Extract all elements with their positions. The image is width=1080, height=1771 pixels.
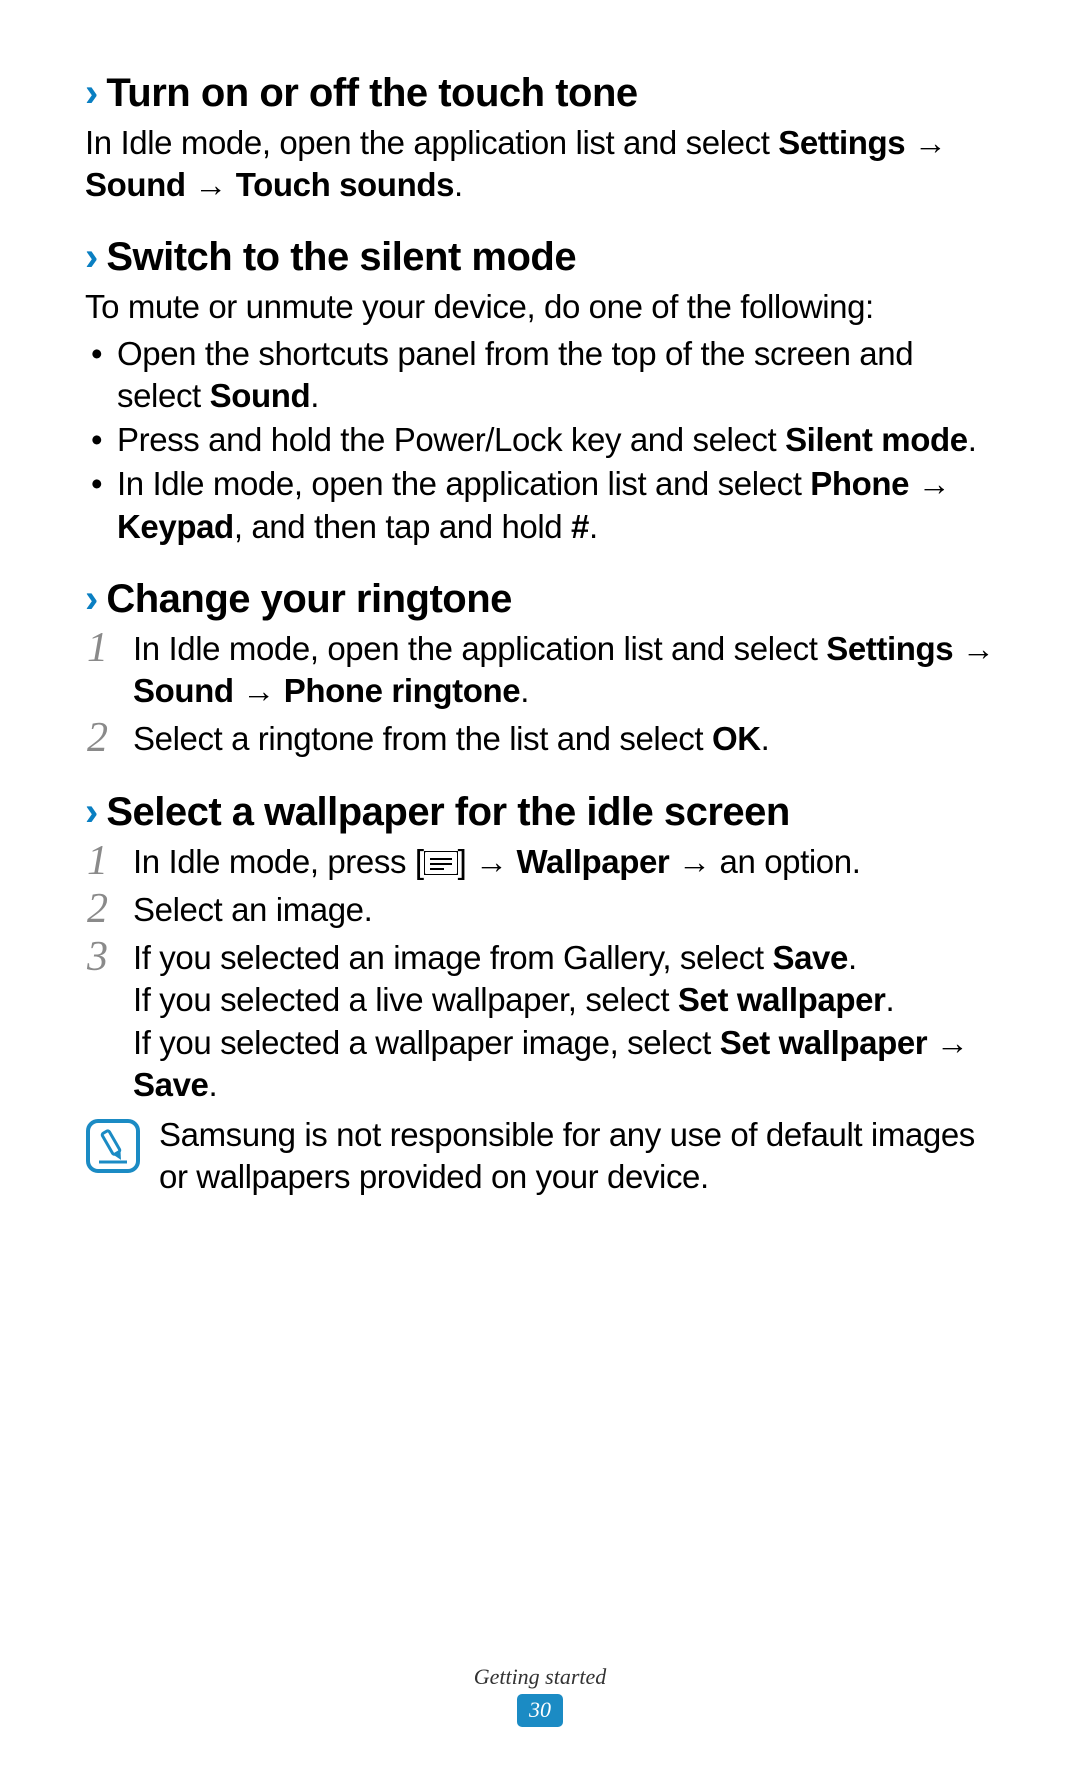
heading: › Change your ringtone bbox=[85, 576, 1000, 622]
list-item: Open the shortcuts panel from the top of… bbox=[85, 333, 1000, 417]
heading-text: Select a wallpaper for the idle screen bbox=[106, 789, 790, 835]
bold-keypad: Keypad bbox=[117, 508, 234, 545]
numbered-list: In Idle mode, press [ ] → Wallpaper → an… bbox=[85, 841, 1000, 1106]
text: In Idle mode, open the application list … bbox=[133, 630, 826, 667]
list-item: In Idle mode, open the application list … bbox=[85, 628, 1000, 712]
text: . bbox=[885, 981, 894, 1018]
bold-save: Save bbox=[772, 939, 847, 976]
paragraph: In Idle mode, open the application list … bbox=[85, 122, 1000, 206]
text: → an option. bbox=[669, 843, 860, 880]
arrow-icon: → bbox=[909, 465, 950, 502]
bold-sound: Sound bbox=[210, 377, 311, 414]
text: ] → bbox=[458, 843, 517, 880]
bold-phone-ringtone: Phone ringtone bbox=[284, 672, 520, 709]
section-silent-mode: › Switch to the silent mode To mute or u… bbox=[85, 234, 1000, 547]
section-wallpaper: › Select a wallpaper for the idle screen… bbox=[85, 789, 1000, 1199]
bold-ok: OK bbox=[712, 720, 761, 757]
text: In Idle mode, open the application list … bbox=[117, 465, 810, 502]
arrow-icon: → bbox=[234, 672, 284, 709]
text: . bbox=[761, 720, 770, 757]
heading-text: Turn on or off the touch tone bbox=[106, 70, 637, 116]
bullet-list: Open the shortcuts panel from the top of… bbox=[85, 333, 1000, 548]
note: Samsung is not responsible for any use o… bbox=[85, 1114, 1000, 1198]
bold-settings: Settings bbox=[778, 124, 905, 161]
chevron-icon: › bbox=[85, 792, 98, 832]
note-text: Samsung is not responsible for any use o… bbox=[159, 1114, 1000, 1198]
text: In Idle mode, press [ bbox=[133, 843, 424, 880]
numbered-list: In Idle mode, open the application list … bbox=[85, 628, 1000, 761]
heading: › Switch to the silent mode bbox=[85, 234, 1000, 280]
text: If you selected a live wallpaper, select bbox=[133, 981, 678, 1018]
heading-text: Switch to the silent mode bbox=[106, 234, 576, 280]
menu-icon bbox=[424, 851, 458, 875]
list-item: In Idle mode, open the application list … bbox=[85, 463, 1000, 547]
bold-sound: Sound bbox=[85, 166, 186, 203]
text: . bbox=[589, 508, 598, 545]
bold-touch-sounds: Touch sounds bbox=[236, 166, 454, 203]
text: . bbox=[520, 672, 529, 709]
bold-silent-mode: Silent mode bbox=[785, 421, 968, 458]
text: . bbox=[848, 939, 857, 976]
heading: › Select a wallpaper for the idle screen bbox=[85, 789, 1000, 835]
page: › Turn on or off the touch tone In Idle … bbox=[0, 0, 1080, 1771]
text: Press and hold the Power/Lock key and se… bbox=[117, 421, 785, 458]
heading: › Turn on or off the touch tone bbox=[85, 70, 1000, 116]
text: If you selected an image from Gallery, s… bbox=[133, 939, 772, 976]
bold-settings: Settings bbox=[826, 630, 953, 667]
chevron-icon: › bbox=[85, 579, 98, 619]
list-item: In Idle mode, press [ ] → Wallpaper → an… bbox=[85, 841, 1000, 883]
list-item: Press and hold the Power/Lock key and se… bbox=[85, 419, 1000, 461]
text: . bbox=[454, 166, 463, 203]
section-touch-tone: › Turn on or off the touch tone In Idle … bbox=[85, 70, 1000, 206]
arrow-icon: → bbox=[927, 1024, 968, 1061]
page-number: 30 bbox=[517, 1694, 563, 1727]
footer: Getting started 30 bbox=[0, 1664, 1080, 1727]
arrow-icon: → bbox=[962, 630, 995, 667]
bold-sound: Sound bbox=[133, 672, 234, 709]
text: , and then tap and hold bbox=[234, 508, 571, 545]
text: If you selected a wallpaper image, selec… bbox=[133, 1024, 720, 1061]
list-item: Select a ringtone from the list and sele… bbox=[85, 718, 1000, 760]
note-icon bbox=[85, 1118, 141, 1174]
list-item: Select an image. bbox=[85, 889, 1000, 931]
text: . bbox=[208, 1066, 217, 1103]
bold-wallpaper: Wallpaper bbox=[517, 843, 670, 880]
text: In Idle mode, open the application list … bbox=[85, 124, 778, 161]
heading-text: Change your ringtone bbox=[106, 576, 512, 622]
text: Select an image. bbox=[133, 891, 372, 928]
list-item: If you selected an image from Gallery, s… bbox=[85, 937, 1000, 1106]
arrow-icon: → bbox=[186, 166, 236, 203]
bold-save: Save bbox=[133, 1066, 208, 1103]
bold-set-wallpaper: Set wallpaper bbox=[720, 1024, 928, 1061]
arrow-icon: → bbox=[905, 124, 946, 161]
chevron-icon: › bbox=[85, 73, 98, 113]
footer-section: Getting started bbox=[0, 1664, 1080, 1690]
text: . bbox=[968, 421, 977, 458]
section-ringtone: › Change your ringtone In Idle mode, ope… bbox=[85, 576, 1000, 761]
bold-phone: Phone bbox=[810, 465, 909, 502]
chevron-icon: › bbox=[85, 237, 98, 277]
paragraph: To mute or unmute your device, do one of… bbox=[85, 286, 1000, 328]
text: Select a ringtone from the list and sele… bbox=[133, 720, 712, 757]
bold-set-wallpaper: Set wallpaper bbox=[678, 981, 886, 1018]
bold-hash: # bbox=[571, 508, 589, 545]
text: . bbox=[310, 377, 319, 414]
